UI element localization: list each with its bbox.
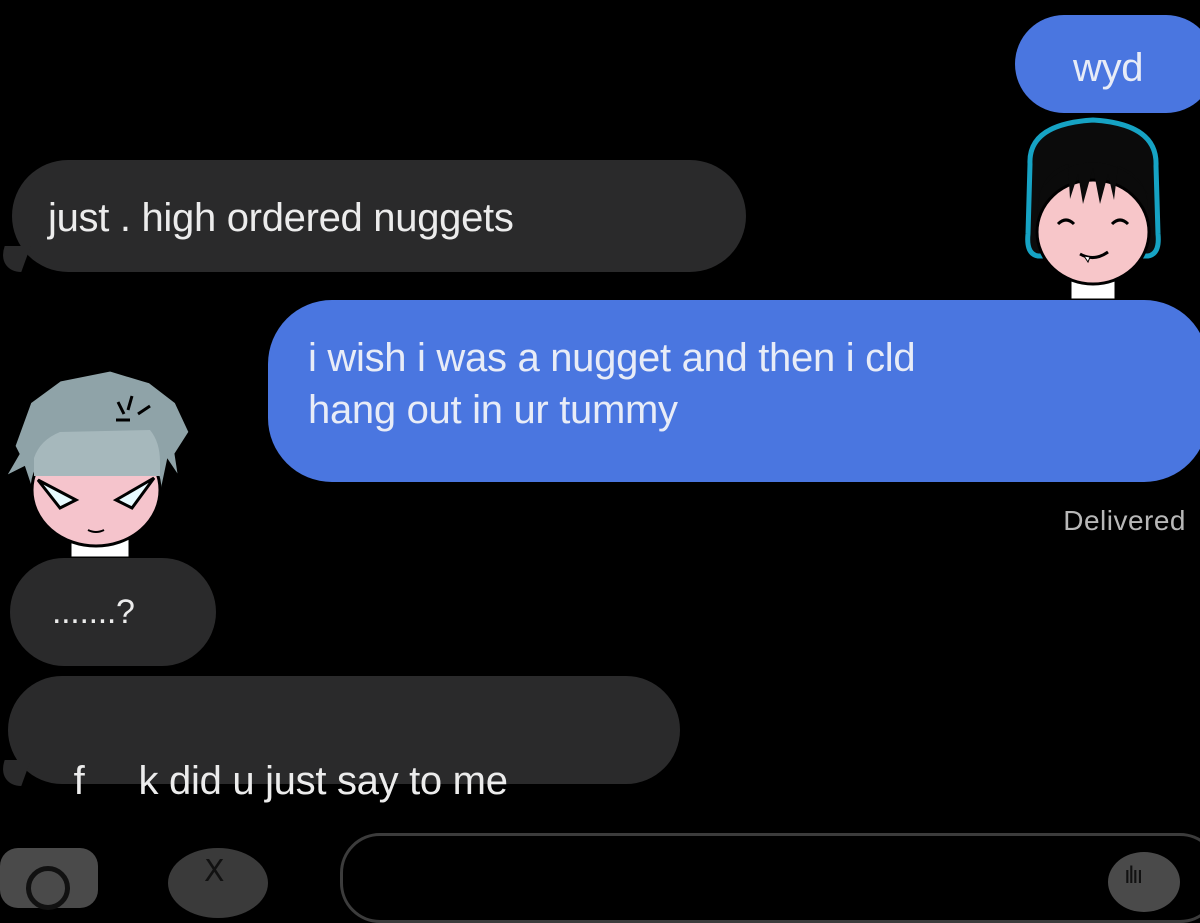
- message-bubble-received[interactable]: just . high ordered nuggets: [12, 160, 746, 272]
- audio-message-button[interactable]: ılıı: [1108, 852, 1180, 912]
- message-text: wyd: [1073, 46, 1144, 90]
- message-text: .......?: [52, 593, 135, 631]
- angry-boy-avatar-sticker: [0, 368, 192, 558]
- message-bubble-sent[interactable]: wyd: [1015, 15, 1200, 113]
- audio-waveform-icon: ılıı: [1124, 862, 1143, 889]
- message-input[interactable]: [340, 833, 1200, 923]
- bubble-tail: [0, 246, 31, 272]
- message-text: just . high ordered nuggets: [48, 196, 514, 240]
- message-text: f k did u just say to me: [73, 759, 508, 803]
- app-store-icon: Ⅹ: [204, 855, 225, 888]
- message-bubble-received[interactable]: f k did u just say to me: [8, 676, 680, 803]
- bubble-tail: [0, 760, 31, 786]
- message-text-line: i wish i was a nugget and then i cld: [308, 336, 916, 380]
- delivered-status: Delivered: [1063, 505, 1186, 536]
- smiling-girl-avatar-sticker: [1025, 117, 1161, 302]
- camera-icon: [26, 866, 70, 910]
- camera-button[interactable]: [0, 848, 98, 910]
- message-text-line: hang out in ur tummy: [308, 388, 678, 432]
- app-store-button[interactable]: Ⅹ: [168, 848, 268, 918]
- message-bubble-sent[interactable]: i wish i was a nugget and then i cld han…: [268, 300, 1200, 482]
- message-bubble-received[interactable]: .......?: [10, 558, 216, 666]
